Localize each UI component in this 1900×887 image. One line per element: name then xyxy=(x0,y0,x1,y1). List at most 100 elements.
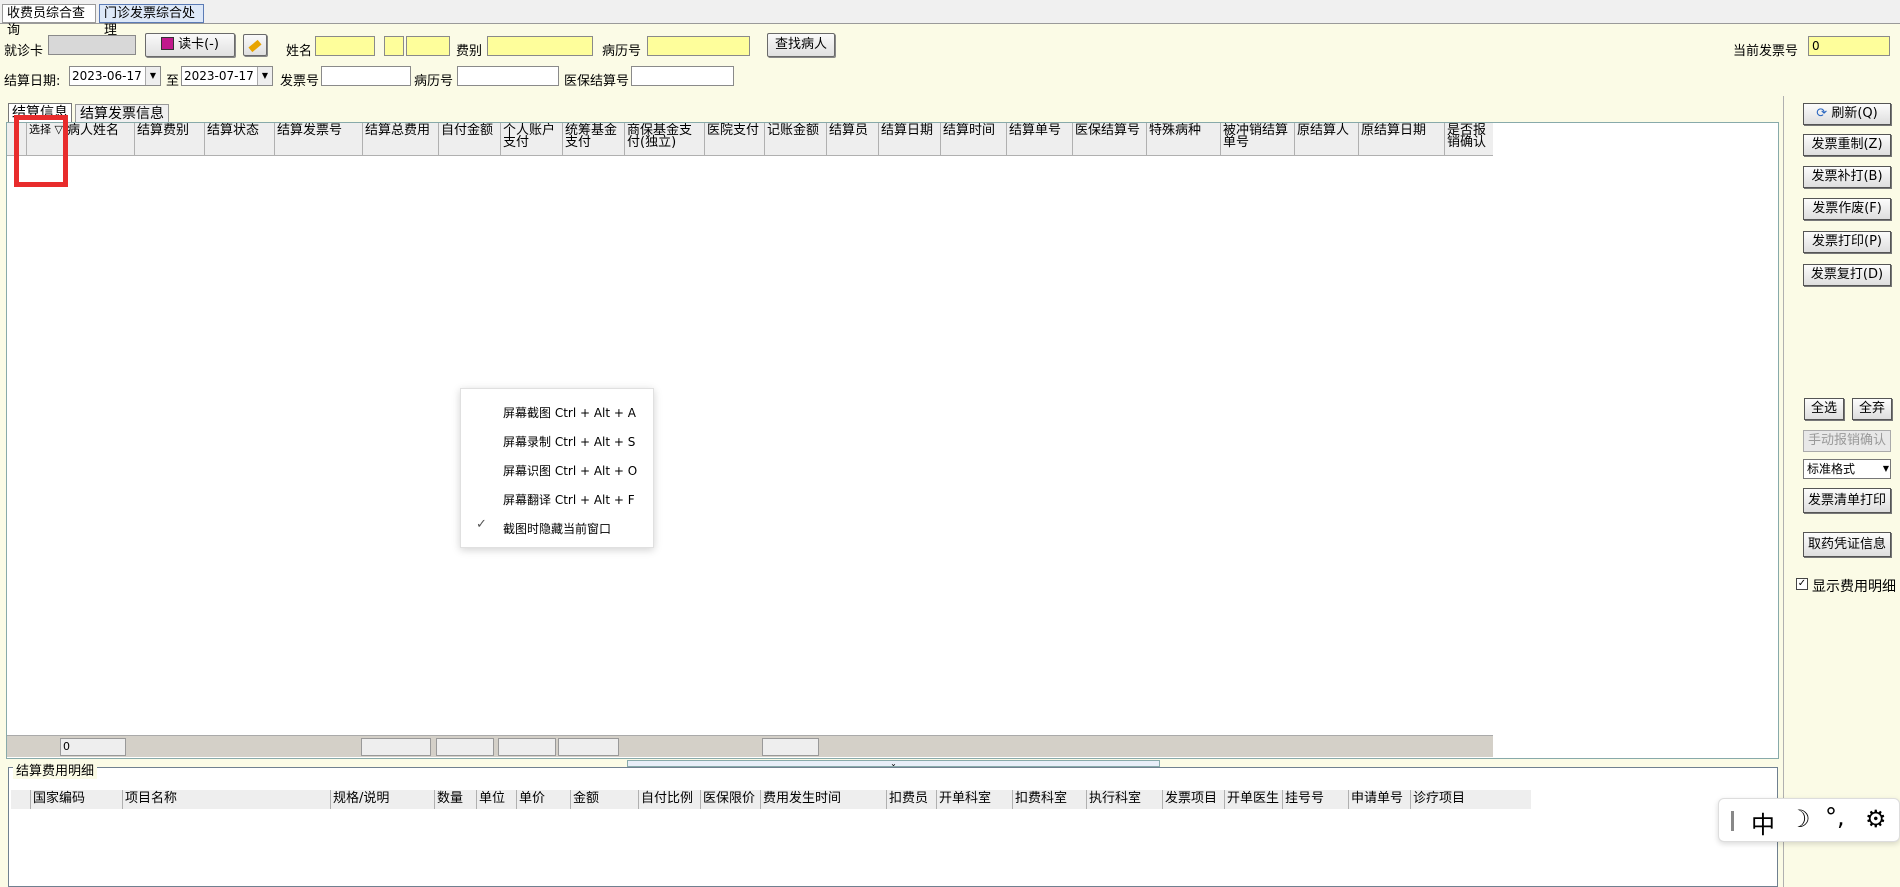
card-field[interactable] xyxy=(48,35,136,55)
col-settle-date[interactable]: 结算日期 xyxy=(879,123,941,155)
chevron-down-icon[interactable]: ▼ xyxy=(145,67,160,85)
col-self-ratio[interactable]: 自付比例 xyxy=(639,790,701,809)
col-unit[interactable]: 单位 xyxy=(477,790,517,809)
context-menu: 屏幕截图 Ctrl + Alt + A 屏幕录制 Ctrl + Alt + S … xyxy=(460,388,654,548)
col-hospital-pay[interactable]: 医院支付 xyxy=(705,123,765,155)
format-select[interactable]: 标准格式 ▼ xyxy=(1803,459,1891,479)
tab-invoice-processing[interactable]: 门诊发票综合处理 xyxy=(99,4,204,38)
col-quantity[interactable]: 数量 xyxy=(435,790,477,809)
col-reversed-no[interactable]: 被冲销结算单号 xyxy=(1221,123,1295,155)
invoice-supplement-print-button[interactable]: 发票补打(B) xyxy=(1803,166,1891,188)
insurance-no-label: 医保结算号 xyxy=(564,74,630,89)
invoice-list-print-button[interactable]: 发票清单打印 xyxy=(1803,488,1891,513)
invoice-void-button[interactable]: 发票作废(F) xyxy=(1803,198,1891,220)
col-personal-account[interactable]: 个人账户支付 xyxy=(501,123,563,155)
menu-item-screenshot[interactable]: 屏幕截图 Ctrl + Alt + A xyxy=(503,404,636,421)
col-account-amount[interactable]: 记账金额 xyxy=(765,123,827,155)
col-treatment-item[interactable]: 诊疗项目 xyxy=(1411,790,1531,809)
col-total-fee[interactable]: 结算总费用 xyxy=(363,123,439,155)
gender-field[interactable] xyxy=(384,36,404,56)
col-insurance-limit[interactable]: 医保限价 xyxy=(701,790,761,809)
footer-account-amount xyxy=(762,738,819,756)
name-field[interactable] xyxy=(315,36,375,56)
col-settle-time[interactable]: 结算时间 xyxy=(941,123,1007,155)
col-exec-dept[interactable]: 执行科室 xyxy=(1087,790,1163,809)
col-orig-date[interactable]: 原结算日期 xyxy=(1359,123,1445,155)
col-unit-price[interactable]: 单价 xyxy=(517,790,571,809)
menu-item-record[interactable]: 屏幕录制 Ctrl + Alt + S xyxy=(503,433,635,450)
col-spec[interactable]: 规格/说明 xyxy=(331,790,435,809)
col-order-doctor[interactable]: 开单医生 xyxy=(1225,790,1283,809)
date-label: 结算日期: xyxy=(4,74,61,89)
ime-lang-toggle[interactable]: 中 xyxy=(1751,805,1775,840)
invoice-reprint-button[interactable]: 发票复打(D) xyxy=(1803,264,1891,286)
col-invoice-item[interactable]: 发票项目 xyxy=(1163,790,1225,809)
invoice-field[interactable] xyxy=(321,66,411,86)
col-deduct-clerk[interactable]: 扣费员 xyxy=(887,790,937,809)
detail-panel: 结算费用明细 国家编码 项目名称 规格/说明 数量 单位 单价 金额 自付比例 … xyxy=(8,765,1778,887)
col-deduct-dept[interactable]: 扣费科室 xyxy=(1013,790,1087,809)
moon-icon[interactable]: ☽ xyxy=(1789,805,1811,833)
record2-label: 病历号 xyxy=(414,74,454,89)
chevron-down-icon[interactable]: ▼ xyxy=(257,67,272,85)
invoice-label: 发票号 xyxy=(280,74,320,89)
current-invoice-label: 当前发票号 xyxy=(1733,44,1799,59)
insurance-no-field[interactable] xyxy=(631,66,734,86)
pencil-icon[interactable] xyxy=(243,34,267,56)
col-special-disease[interactable]: 特殊病种 xyxy=(1147,123,1221,155)
ime-punct-toggle[interactable]: °, xyxy=(1825,803,1845,831)
col-item-name[interactable]: 项目名称 xyxy=(123,790,331,809)
record-field[interactable] xyxy=(647,36,750,56)
menu-item-translate[interactable]: 屏幕翻译 Ctrl + Alt + F xyxy=(503,491,635,508)
gear-icon[interactable]: ⚙ xyxy=(1865,805,1887,833)
tab-cashier-query[interactable]: 收费员综合查询 xyxy=(2,4,96,38)
col-settle-status[interactable]: 结算状态 xyxy=(205,123,275,155)
current-invoice-field[interactable]: 0 xyxy=(1808,36,1890,56)
col-self-pay[interactable]: 自付金额 xyxy=(439,123,501,155)
show-detail-checkbox[interactable]: ✓ xyxy=(1796,578,1808,590)
date-to-picker[interactable]: 2023-07-17 ▼ xyxy=(181,66,273,86)
record2-field[interactable] xyxy=(457,66,559,86)
col-patient-name[interactable]: 病人姓名 xyxy=(65,123,135,155)
invoice-reset-button[interactable]: 发票重制(Z) xyxy=(1803,134,1891,156)
col-register-no[interactable]: 挂号号 xyxy=(1283,790,1349,809)
chevron-down-icon[interactable]: ▼ xyxy=(1883,460,1889,478)
col-order-dept[interactable]: 开单科室 xyxy=(937,790,1013,809)
col-national-code[interactable]: 国家编码 xyxy=(31,790,123,809)
fee-field[interactable] xyxy=(487,36,593,56)
col-reimburse-confirm[interactable]: 是否报销确认 xyxy=(1445,123,1493,155)
col-fee-time[interactable]: 费用发生时间 xyxy=(761,790,887,809)
invoice-print-button[interactable]: 发票打印(P) xyxy=(1803,231,1891,253)
deselect-all-button[interactable]: 全弃 xyxy=(1852,398,1892,420)
col-cashier[interactable]: 结算员 xyxy=(827,123,879,155)
detail-grid-header: 国家编码 项目名称 规格/说明 数量 单位 单价 金额 自付比例 医保限价 费用… xyxy=(11,790,1531,809)
menu-item-hide-window[interactable]: 截图时隐藏当前窗口 xyxy=(503,520,611,537)
select-all-button[interactable]: 全选 xyxy=(1804,398,1844,420)
date-to-label: 至 xyxy=(166,74,180,89)
col-fee-type[interactable]: 结算费别 xyxy=(135,123,205,155)
drag-handle-icon[interactable] xyxy=(1731,811,1734,831)
col-settle-no[interactable]: 结算单号 xyxy=(1007,123,1073,155)
fee-label: 费别 xyxy=(456,44,483,59)
date-from-picker[interactable]: 2023-06-17 ▼ xyxy=(69,66,161,86)
menu-item-ocr[interactable]: 屏幕识图 Ctrl + Alt + O xyxy=(503,462,637,479)
tab-settle-invoice-info[interactable]: 结算发票信息 xyxy=(75,104,169,123)
top-tab-bar: 收费员综合查询 门诊发票综合处理 xyxy=(0,0,1900,38)
col-insurance-no[interactable]: 医保结算号 xyxy=(1073,123,1147,155)
col-settle-invoice[interactable]: 结算发票号 xyxy=(275,123,363,155)
col-request-no[interactable]: 申请单号 xyxy=(1349,790,1411,809)
age-field[interactable] xyxy=(406,36,450,56)
manual-confirm-button[interactable]: 手动报销确认 xyxy=(1803,430,1891,452)
col-orig-cashier[interactable]: 原结算人 xyxy=(1295,123,1359,155)
receipt-info-button[interactable]: 取药凭证信息 xyxy=(1803,532,1891,557)
settle-grid: 选择 ▽ 病人姓名 结算费别 结算状态 结算发票号 结算总费用 自付金额 个人账… xyxy=(6,122,1779,759)
col-amount[interactable]: 金额 xyxy=(571,790,639,809)
record-label: 病历号 xyxy=(602,44,642,59)
find-patient-button[interactable]: 查找病人 xyxy=(767,33,835,57)
refresh-button[interactable]: ⟳ 刷新(Q) xyxy=(1803,103,1891,125)
col-pool-fund[interactable]: 统筹基金支付 xyxy=(563,123,625,155)
splitter-handle[interactable]: ⌄ xyxy=(627,760,1160,768)
col-commercial-fund[interactable]: 商保基金支付(独立) xyxy=(625,123,705,155)
read-card-button[interactable]: 读卡(-) xyxy=(145,33,235,57)
footer-pool-fund xyxy=(558,738,619,756)
